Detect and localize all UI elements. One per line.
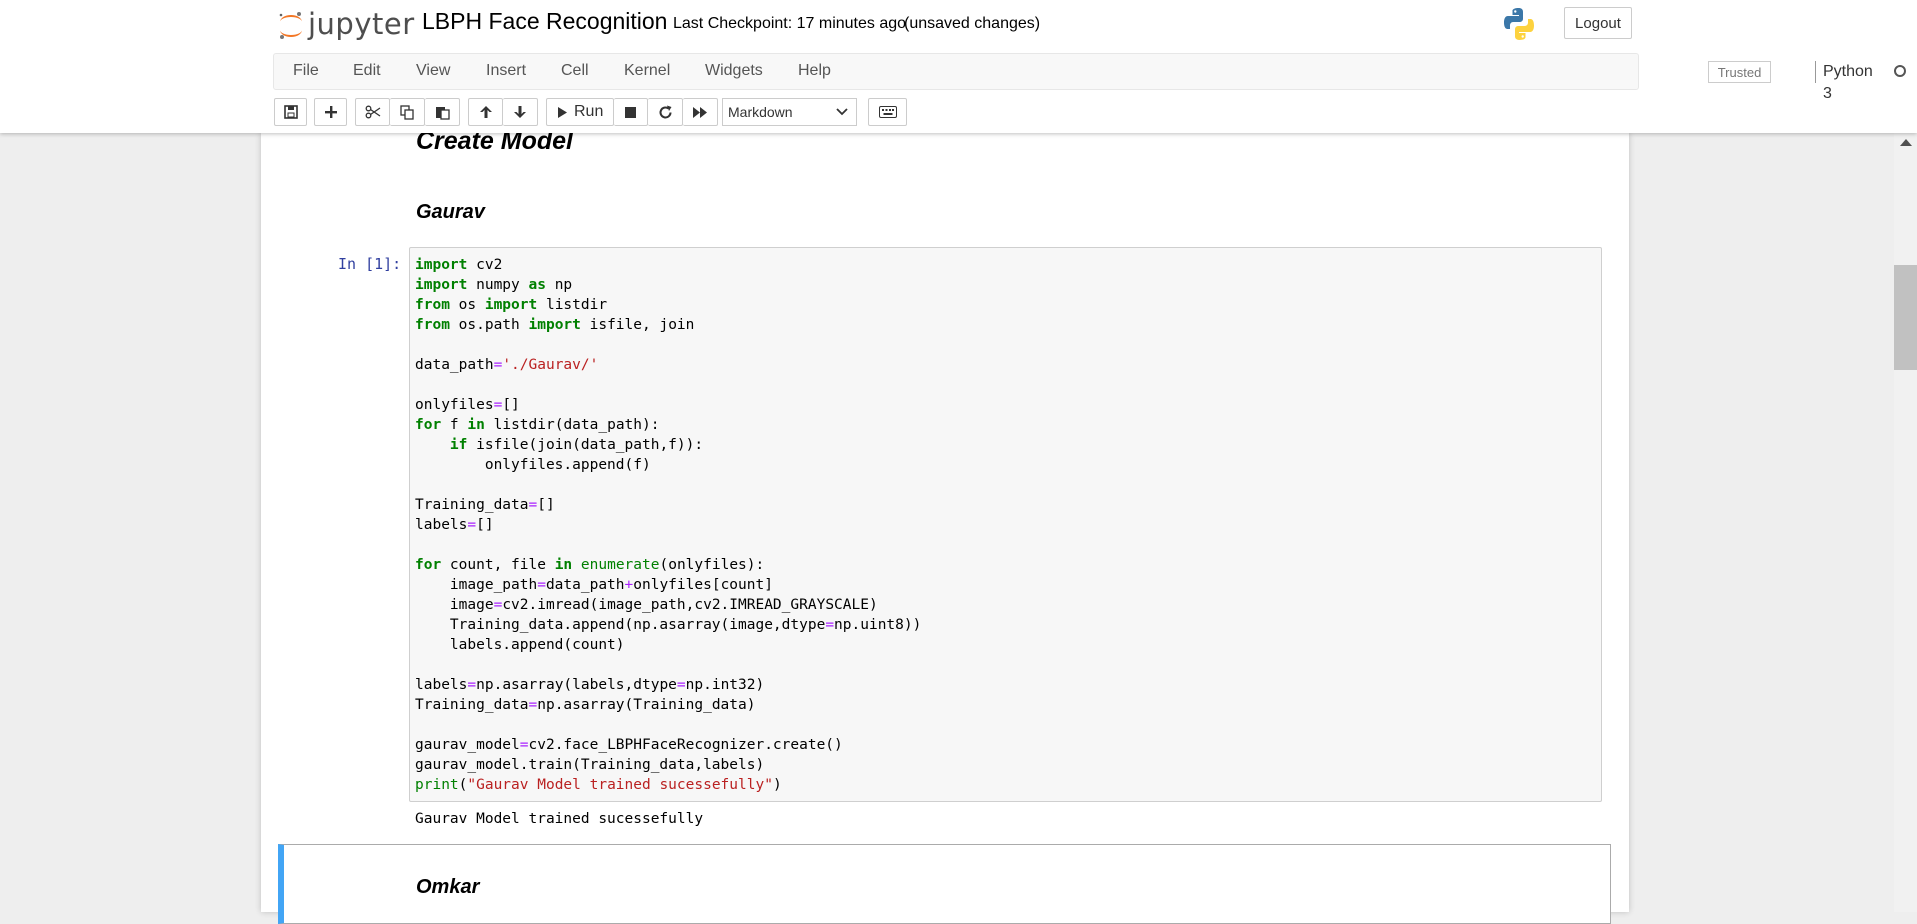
paste-icon	[435, 106, 450, 120]
menu-help[interactable]: Help	[798, 62, 831, 80]
menu-insert[interactable]: Insert	[486, 62, 526, 80]
restart-icon	[659, 105, 671, 118]
notebook-title[interactable]: LBPH Face Recognition	[422, 8, 667, 35]
paste-cells-button[interactable]	[425, 98, 460, 126]
cell-input-prompt: In [1]:	[338, 255, 402, 273]
cut-cells-button[interactable]	[355, 98, 390, 126]
menu-view[interactable]: View	[416, 62, 450, 80]
copy-icon	[399, 104, 414, 120]
jupyter-logo-text: jupyter	[308, 7, 415, 41]
move-cell-down-button[interactable]	[503, 98, 538, 126]
move-cell-up-button[interactable]	[468, 98, 503, 126]
arrow-down-icon	[514, 106, 526, 118]
restart-kernel-button[interactable]	[648, 98, 683, 126]
jupyter-logo[interactable]: jupyter	[278, 6, 415, 42]
copy-cells-button[interactable]	[390, 98, 425, 126]
save-icon	[283, 105, 298, 119]
code-cell-output: Gaurav Model trained sucessefully	[415, 811, 704, 827]
checkpoint-status: Last Checkpoint: 17 minutes ago	[673, 15, 907, 32]
plus-icon	[324, 106, 337, 118]
scroll-up-arrow-icon[interactable]	[1900, 139, 1912, 146]
run-cell-button[interactable]: Run	[546, 98, 614, 126]
trusted-indicator[interactable]: Trusted	[1708, 61, 1771, 83]
arrow-up-icon	[479, 106, 492, 118]
play-icon	[558, 106, 567, 118]
interrupt-kernel-button[interactable]	[614, 98, 648, 126]
menu-bar: File Edit View Insert Cell Kernel Widget…	[273, 53, 1906, 102]
cell-type-select[interactable]: Markdown	[722, 98, 857, 126]
menu-edit[interactable]: Edit	[353, 62, 381, 80]
keyboard-icon	[878, 106, 897, 118]
scrollbar-thumb[interactable]	[1894, 265, 1917, 370]
code-cell-source[interactable]: import cv2 import numpy as np from os im…	[415, 255, 921, 795]
menu-cell[interactable]: Cell	[561, 62, 589, 80]
jupyter-logo-icon	[278, 9, 304, 39]
autosave-status: (unsaved changes)	[904, 15, 1041, 32]
markdown-heading-omkar[interactable]: Omkar	[416, 876, 479, 899]
menu-file[interactable]: File	[293, 62, 319, 80]
notebook-header: jupyter LBPH Face Recognition Last Check…	[0, 0, 1917, 133]
kernel-idle-indicator-icon	[1894, 65, 1906, 77]
logout-button[interactable]: Logout	[1564, 7, 1632, 39]
run-button-label: Run	[574, 103, 604, 120]
command-palette-button[interactable]	[868, 98, 907, 126]
kernel-name: Python 3	[1815, 61, 1873, 102]
cell-type-value: Markdown	[728, 104, 793, 120]
scrollbar[interactable]	[1894, 133, 1917, 912]
menu-kernel[interactable]: Kernel	[624, 62, 670, 80]
python-logo-icon	[1503, 7, 1535, 41]
fast-forward-icon	[693, 106, 707, 118]
save-button[interactable]	[274, 98, 307, 126]
insert-cell-below-button[interactable]	[314, 98, 347, 126]
menu-widgets[interactable]: Widgets	[705, 62, 763, 80]
scissors-icon	[365, 105, 380, 119]
markdown-heading-gaurav[interactable]: Gaurav	[416, 201, 485, 224]
restart-run-all-button[interactable]	[683, 98, 718, 126]
stop-icon	[625, 106, 636, 118]
chevron-down-icon	[836, 108, 848, 116]
